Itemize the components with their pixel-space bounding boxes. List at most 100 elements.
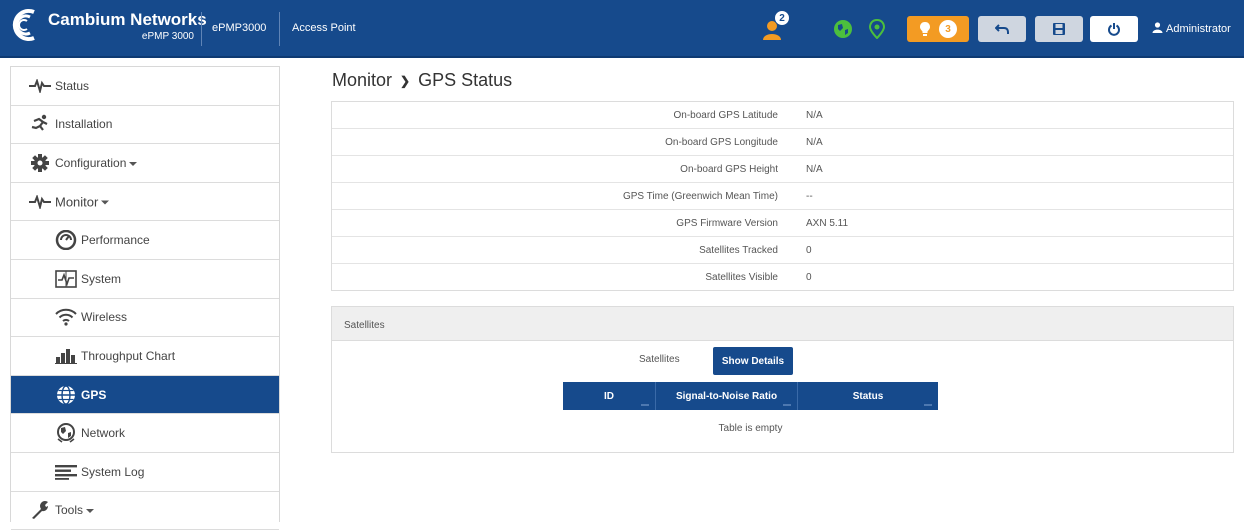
satellites-label: Satellites bbox=[639, 354, 680, 365]
gps-value: 0 bbox=[806, 272, 812, 283]
sidebar-item-label: Network bbox=[81, 426, 126, 441]
pulse-icon bbox=[29, 192, 51, 212]
bar-chart-icon bbox=[55, 346, 77, 366]
satellites-panel: Satellites Satellites Show Details ID Si… bbox=[331, 306, 1234, 453]
gps-value: -- bbox=[806, 191, 813, 202]
gps-row-visible: Satellites Visible 0 bbox=[332, 264, 1233, 291]
sidebar-item-system-log[interactable]: System Log bbox=[11, 452, 279, 492]
gps-value: AXN 5.11 bbox=[806, 218, 849, 229]
cambium-logo[interactable]: Cambium Networks ePMP 3000 bbox=[8, 8, 207, 48]
wrench-icon bbox=[29, 500, 51, 520]
sidebar-item-label: System bbox=[81, 271, 122, 286]
caret-down-icon bbox=[86, 509, 95, 514]
divider bbox=[279, 12, 280, 46]
gps-label: On-board GPS Latitude bbox=[673, 110, 778, 121]
gps-status-panel: On-board GPS Latitude N/A On-board GPS L… bbox=[331, 101, 1234, 291]
caret-down-icon bbox=[101, 200, 110, 205]
users-button[interactable]: 2 bbox=[758, 10, 790, 44]
alerts-badge: 3 bbox=[939, 20, 957, 38]
sidebar-item-throughput-chart[interactable]: Throughput Chart bbox=[11, 337, 279, 376]
wifi-icon bbox=[55, 307, 77, 327]
gps-label: On-board GPS Longitude bbox=[665, 137, 778, 148]
gps-value: 0 bbox=[806, 245, 812, 256]
column-label: Signal-to-Noise Ratio bbox=[675, 390, 778, 402]
table-header: ID Signal-to-Noise Ratio Status bbox=[563, 382, 938, 410]
gps-value: N/A bbox=[806, 110, 823, 121]
satellites-table: ID Signal-to-Noise Ratio Status Table is… bbox=[563, 382, 938, 434]
location-pin-icon bbox=[868, 19, 886, 39]
page-title: GPS Status bbox=[418, 70, 513, 90]
sidebar-item-label: Wireless bbox=[81, 310, 128, 325]
brand-name: Cambium Networks bbox=[48, 10, 207, 29]
user-icon bbox=[1152, 22, 1163, 33]
cambium-logo-icon bbox=[12, 9, 35, 41]
gps-row-time: GPS Time (Greenwich Mean Time) -- bbox=[332, 183, 1233, 210]
user-menu[interactable]: Administrator bbox=[1152, 22, 1231, 35]
sidebar-item-system[interactable]: System bbox=[11, 259, 279, 299]
column-label: Status bbox=[852, 390, 884, 402]
sidebar-item-label: GPS bbox=[81, 387, 107, 402]
list-lines-icon bbox=[55, 462, 77, 482]
sidebar-item-label: Throughput Chart bbox=[81, 348, 176, 363]
sidebar-item-network[interactable]: Network bbox=[11, 414, 279, 453]
satellites-panel-title: Satellites bbox=[332, 307, 1233, 341]
sidebar-item-label: Status bbox=[55, 78, 90, 93]
gps-label: GPS Firmware Version bbox=[676, 218, 778, 229]
column-header-id[interactable]: ID bbox=[563, 382, 656, 410]
gps-row-longitude: On-board GPS Longitude N/A bbox=[332, 129, 1233, 156]
user-name: Administrator bbox=[1166, 23, 1231, 35]
gps-row-firmware: GPS Firmware Version AXN 5.11 bbox=[332, 210, 1233, 237]
brand-model: ePMP 3000 bbox=[141, 31, 194, 42]
globe-button[interactable] bbox=[832, 18, 854, 40]
sidebar-item-label: Installation bbox=[55, 117, 113, 132]
breadcrumb-section: Monitor bbox=[332, 70, 393, 90]
show-details-button[interactable]: Show Details bbox=[713, 347, 793, 375]
device-name: ePMP3000 bbox=[212, 22, 267, 34]
power-button[interactable] bbox=[1090, 16, 1138, 42]
globe-icon bbox=[834, 20, 852, 38]
sidebar-item-gps[interactable]: GPS bbox=[11, 375, 279, 415]
system-monitor-icon bbox=[55, 269, 77, 289]
location-button[interactable] bbox=[866, 18, 888, 40]
gear-icon bbox=[29, 153, 51, 173]
gps-row-latitude: On-board GPS Latitude N/A bbox=[332, 102, 1233, 129]
gps-label: Satellites Visible bbox=[705, 272, 778, 283]
column-header-snr[interactable]: Signal-to-Noise Ratio bbox=[656, 382, 798, 410]
sidebar-item-monitor[interactable]: Monitor bbox=[11, 182, 279, 222]
gps-value: N/A bbox=[806, 137, 823, 148]
chevron-right-icon: ❯ bbox=[400, 74, 411, 89]
column-header-status[interactable]: Status bbox=[798, 382, 938, 410]
gps-label: On-board GPS Height bbox=[680, 164, 778, 175]
breadcrumb: Monitor ❯ GPS Status bbox=[332, 70, 512, 91]
undo-button[interactable] bbox=[978, 16, 1026, 42]
column-label: ID bbox=[604, 390, 614, 402]
network-globe-icon bbox=[55, 423, 77, 443]
gps-value: N/A bbox=[806, 164, 823, 175]
lightbulb-icon bbox=[920, 22, 930, 36]
divider bbox=[201, 12, 202, 46]
pulse-icon bbox=[29, 76, 51, 96]
table-empty-message: Table is empty bbox=[718, 423, 783, 434]
caret-down-icon bbox=[129, 161, 138, 166]
sidebar-item-performance[interactable]: Performance bbox=[11, 221, 279, 260]
save-icon bbox=[1053, 23, 1065, 35]
sidebar-item-label: Monitor bbox=[55, 194, 99, 210]
sort-icon bbox=[641, 404, 649, 406]
sidebar-item-label: Tools bbox=[55, 503, 84, 518]
device-mode: Access Point bbox=[292, 22, 356, 34]
speedometer-icon bbox=[55, 230, 77, 251]
gps-label: Satellites Tracked bbox=[699, 245, 778, 256]
top-bar: Cambium Networks ePMP 3000 ePMP3000 Acce… bbox=[0, 0, 1244, 58]
sidebar: Status Installation Configuration Monito… bbox=[10, 66, 280, 530]
sidebar-item-wireless[interactable]: Wireless bbox=[11, 298, 279, 338]
sidebar-item-installation[interactable]: Installation bbox=[11, 105, 279, 145]
sort-icon bbox=[783, 404, 791, 406]
sidebar-item-configuration[interactable]: Configuration bbox=[11, 144, 279, 183]
sort-icon bbox=[924, 404, 932, 406]
sidebar-item-status[interactable]: Status bbox=[11, 67, 279, 106]
save-button[interactable] bbox=[1035, 16, 1083, 42]
sidebar-item-label: Performance bbox=[81, 233, 150, 248]
undo-icon bbox=[995, 24, 1009, 34]
sidebar-item-tools[interactable]: Tools bbox=[11, 491, 279, 530]
alerts-button[interactable]: 3 bbox=[907, 16, 969, 42]
